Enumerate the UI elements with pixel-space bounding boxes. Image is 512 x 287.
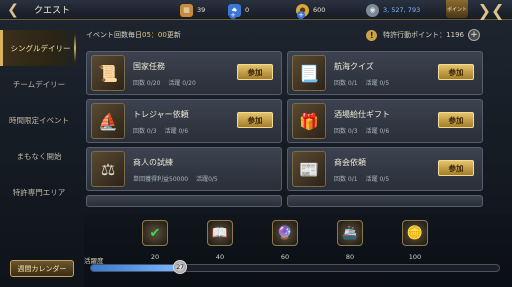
quest-count: 回数 0/1 <box>334 80 358 87</box>
sidebar: シングルデイリー チームデイリー 時間限定イベント まもなく開始 特許専門エリア <box>0 30 78 260</box>
add-coin-icon[interactable]: + <box>297 11 305 19</box>
quest-card[interactable]: 📜 国家任務 回数 0/20 活躍 0/20 参加 <box>86 51 282 95</box>
resource-chest: ▦ 39 <box>180 3 205 17</box>
quest-name: 国家任務 <box>133 62 165 71</box>
quest-card[interactable]: ⚖ 商人の試練 単回獲得利益50000 活躍0/5 <box>86 147 282 191</box>
patent-points: ! 特許行動ポイント：1196 + <box>366 28 480 42</box>
quest-stats: 回数 0/1 活躍 0/5 <box>334 174 397 183</box>
sidebar-item-team-daily[interactable]: チームデイリー <box>0 66 78 102</box>
merchant-scale-icon: ⚖ <box>91 151 125 187</box>
reward-chest-60[interactable]: 🔮 <box>272 220 298 246</box>
quest-stats: 回数 0/1 活躍 0/5 <box>334 78 397 87</box>
reset-info-suffix: 更新 <box>166 31 181 39</box>
tab-point[interactable]: ポイント <box>446 0 468 18</box>
reward-threshold: 60 <box>280 253 290 261</box>
quest-stats: 単回獲得利益50000 活躍0/5 <box>133 174 226 183</box>
activity-progress-fill <box>91 265 181 271</box>
resource-coin-value: 600 <box>313 6 326 14</box>
patent-points-label: 特許行動ポイント：1196 <box>383 31 464 39</box>
reset-info: イベント回数毎日05：00更新 <box>86 30 181 40</box>
ship-icon: 🚢 <box>341 225 359 241</box>
reward-threshold: 100 <box>408 253 422 261</box>
add-points-icon[interactable]: + <box>468 29 480 41</box>
quest-profit: 単回獲得利益50000 <box>133 176 189 183</box>
quest-stats: 回数 0/3 活躍 0/6 <box>133 126 196 135</box>
quest-activity: 活躍0/5 <box>196 176 218 183</box>
quest-count: 回数 0/3 <box>133 128 157 135</box>
gift-box-icon: 🎁 <box>292 103 326 139</box>
sidebar-item-patent-area[interactable]: 特許専門エリア <box>0 174 78 210</box>
exclamation-icon[interactable]: ! <box>366 29 378 41</box>
join-button[interactable]: 参加 <box>237 112 273 128</box>
quest-card[interactable]: 📃 航海クイズ 回数 0/1 活躍 0/5 参加 <box>287 51 483 95</box>
quest-card[interactable]: 📰 商会依頼 回数 0/1 活躍 0/5 参加 <box>287 147 483 191</box>
resource-silver-value: 3, 527, 793 <box>383 6 421 14</box>
resource-gem-value: 0 <box>245 6 250 14</box>
reward-threshold: 40 <box>215 253 225 261</box>
quest-stats: 回数 0/3 活躍 0/6 <box>334 126 397 135</box>
join-button[interactable]: 参加 <box>438 64 474 80</box>
close-arrow-icon[interactable]: ❯❮ <box>474 1 508 20</box>
quest-name: 航海クイズ <box>334 62 374 71</box>
quest-card-partial[interactable] <box>86 195 282 207</box>
quest-panel: イベント回数毎日05：00更新 ! 特許行動ポイント：1196 + 📜 国家任務… <box>84 27 484 215</box>
join-button[interactable]: 参加 <box>237 64 273 80</box>
crystal-ball-icon: 🔮 <box>276 225 294 241</box>
guild-document-icon: 📰 <box>292 151 326 187</box>
join-button[interactable]: 参加 <box>438 160 474 176</box>
silver-coin-icon: ◉ <box>366 3 379 17</box>
quest-activity: 活躍 0/6 <box>164 128 189 135</box>
reward-threshold: 20 <box>150 253 160 261</box>
quest-stats: 回数 0/20 活躍 0/20 <box>133 78 204 87</box>
quest-card[interactable]: ⛵ トレジャー依頼 回数 0/3 活躍 0/6 参加 <box>86 99 282 143</box>
add-gem-icon[interactable]: + <box>229 11 237 19</box>
quest-count: 回数 0/3 <box>334 128 358 135</box>
reward-threshold: 80 <box>345 253 355 261</box>
quest-card[interactable]: 🎁 酒場給仕ギフト 回数 0/3 活躍 0/6 参加 <box>287 99 483 143</box>
chest-icon: ▦ <box>180 3 193 17</box>
quest-name: 商会依頼 <box>334 158 366 167</box>
reset-info-prefix: イベント回数毎日 <box>86 31 142 39</box>
reward-chest-40[interactable]: 📖 <box>207 220 233 246</box>
quest-activity: 活躍 0/5 <box>365 176 390 183</box>
sidebar-item-limited-event[interactable]: 時間限定イベント <box>0 102 78 138</box>
sidebar-item-coming-soon[interactable]: まもなく開始 <box>0 138 78 174</box>
quest-activity: 活躍 0/5 <box>365 80 390 87</box>
join-button[interactable]: 参加 <box>438 112 474 128</box>
book-icon: 📖 <box>211 225 229 241</box>
quest-name: トレジャー依頼 <box>133 110 189 119</box>
top-bar: ❮ クエスト <box>0 0 512 20</box>
resource-silver: ◉ 3, 527, 793 <box>366 3 420 17</box>
quest-name: 酒場給仕ギフト <box>334 110 390 119</box>
green-check-icon: ✔ <box>149 225 161 241</box>
reward-chest-20[interactable]: ✔ <box>142 220 168 246</box>
activity-progress-bar <box>90 264 500 272</box>
quest-count: 回数 0/1 <box>334 176 358 183</box>
quest-activity: 活躍 0/6 <box>365 128 390 135</box>
quiz-scroll-icon: 📃 <box>292 55 326 91</box>
treasure-ship-icon: ⛵ <box>91 103 125 139</box>
quest-name: 商人の試練 <box>133 158 173 167</box>
page-title: クエスト <box>34 6 71 16</box>
reward-chest-100[interactable]: 🪙 <box>402 220 428 246</box>
quest-activity: 活躍 0/20 <box>168 80 196 87</box>
resource-chest-value: 39 <box>197 6 206 14</box>
reset-time: 05：00 <box>142 31 167 39</box>
quest-count: 回数 0/20 <box>133 80 161 87</box>
sidebar-item-single-daily[interactable]: シングルデイリー <box>0 30 78 66</box>
reward-chest-80[interactable]: 🚢 <box>337 220 363 246</box>
scroll-map-icon: 📜 <box>91 55 125 91</box>
gold-coin-icon: 🪙 <box>406 225 424 241</box>
weekly-calendar-button[interactable]: 週間カレンダー <box>10 260 74 277</box>
quest-card-partial[interactable] <box>287 195 483 207</box>
back-arrow-icon[interactable]: ❮ <box>0 0 26 20</box>
